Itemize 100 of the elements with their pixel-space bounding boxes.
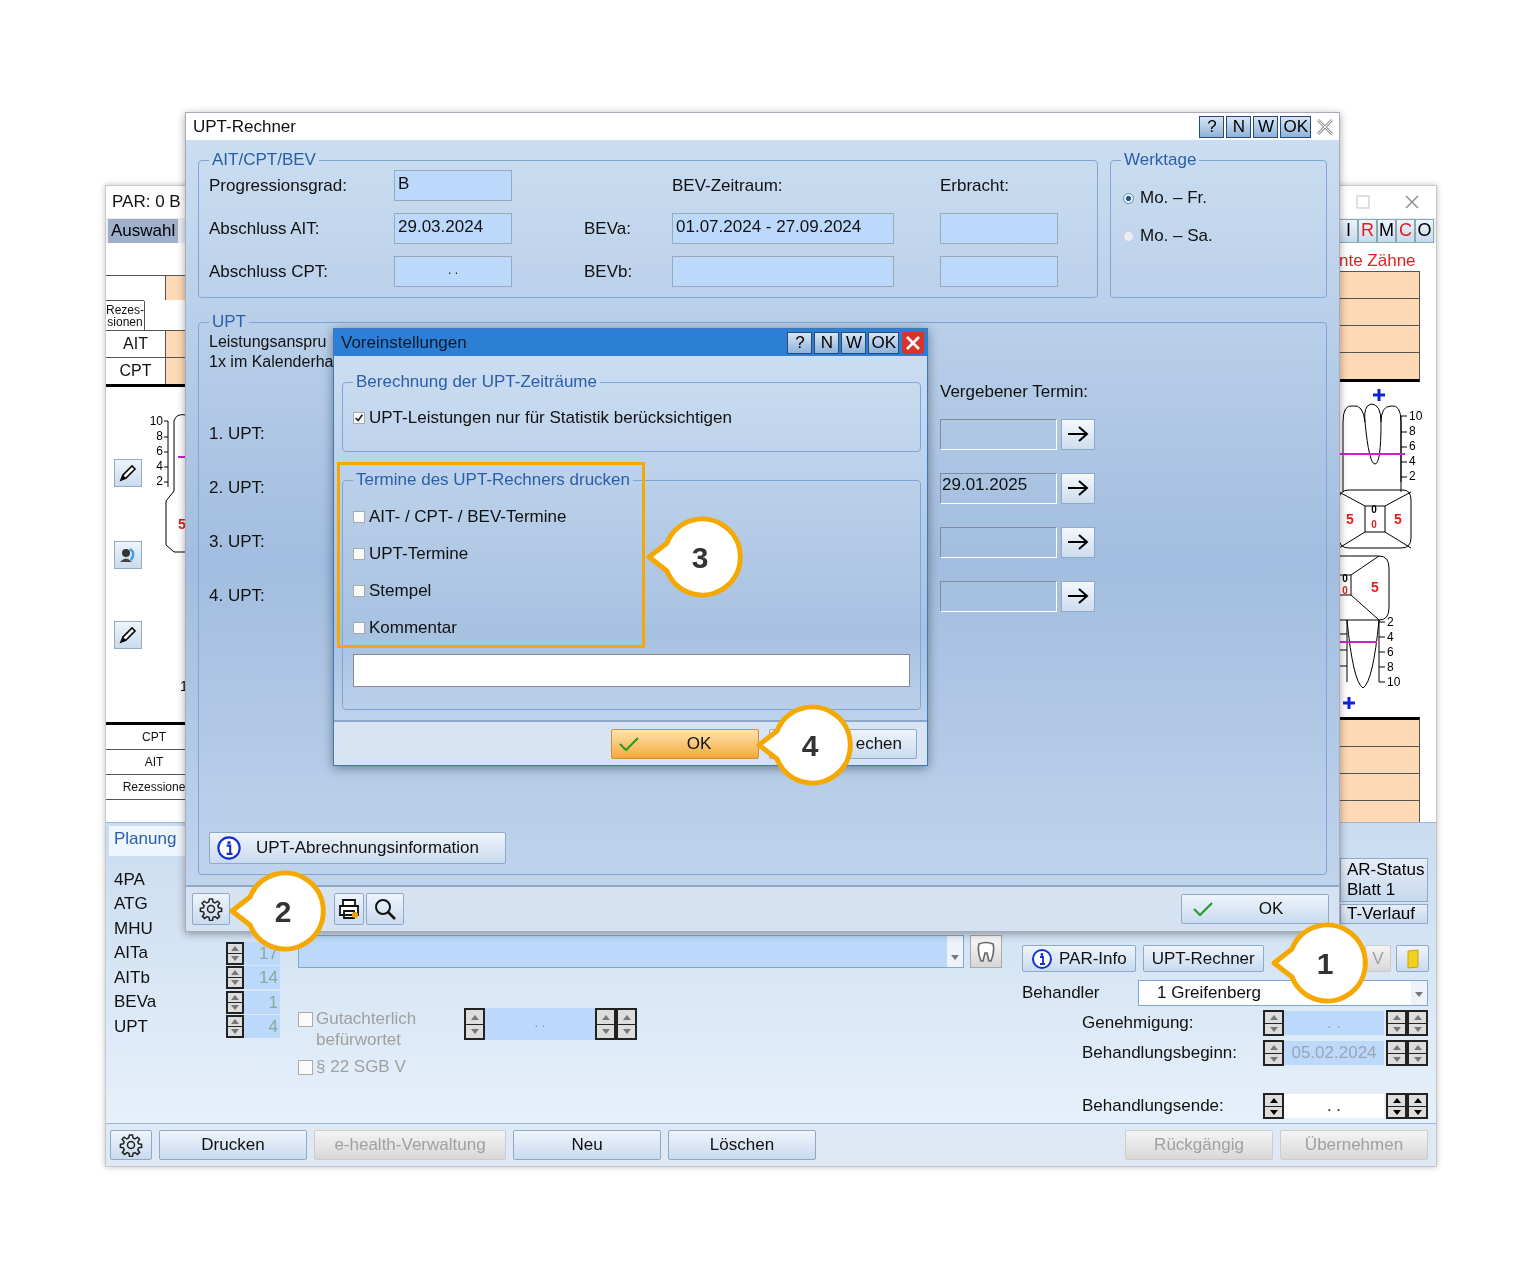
- scale-label: 8: [1387, 660, 1394, 675]
- spinner-button[interactable]: [1407, 1040, 1428, 1067]
- scale-label: 10: [149, 414, 163, 429]
- footer-button[interactable]: Drucken: [159, 1130, 307, 1161]
- close-icon[interactable]: [902, 331, 924, 354]
- footer-button[interactable]: Löschen: [668, 1130, 816, 1161]
- planning-label: 4PA: [114, 869, 145, 890]
- region-label: nte Zähne: [1339, 251, 1417, 272]
- spinner-button[interactable]: [226, 941, 244, 965]
- radio-option[interactable]: Mo. – Fr.: [1123, 188, 1316, 208]
- group-title: Werktage: [1123, 150, 1198, 170]
- planning-tab[interactable]: Planung: [109, 826, 185, 857]
- date-field[interactable]: [940, 580, 1057, 612]
- text-combo-field[interactable]: [298, 935, 964, 969]
- billing-info-button[interactable]: UPT-Abrechnungsinformation: [209, 832, 506, 864]
- pencil-icon[interactable]: [114, 621, 142, 650]
- dialog-title: Voreinstellungen: [341, 332, 467, 353]
- tooth-value: 0: [1342, 585, 1348, 597]
- title-button[interactable]: ?: [1199, 115, 1225, 138]
- ok-button[interactable]: OK: [611, 728, 759, 759]
- close-icon[interactable]: [1315, 116, 1335, 137]
- selection-tab[interactable]: Auswahl: [108, 218, 179, 243]
- tooth-value: 0: [1371, 519, 1377, 531]
- info-icon: [1031, 947, 1053, 970]
- input-field[interactable]: [940, 213, 1058, 244]
- spinner-button[interactable]: [1263, 1040, 1284, 1067]
- spinner-button[interactable]: [226, 966, 244, 990]
- search-icon[interactable]: [366, 893, 404, 925]
- arrow-right-icon[interactable]: [1061, 580, 1095, 612]
- scale-label: 8: [1409, 424, 1416, 439]
- tooth-value: 5: [178, 516, 186, 533]
- date-field[interactable]: 29.01.2025: [940, 472, 1057, 504]
- spinner-button[interactable]: [464, 1008, 485, 1041]
- spinner-button[interactable]: [226, 990, 244, 1014]
- title-button[interactable]: N: [1226, 115, 1252, 138]
- row-label: AIT: [143, 754, 165, 772]
- par-info-button[interactable]: PAR-Info: [1022, 945, 1136, 973]
- title-button[interactable]: N: [814, 331, 840, 354]
- checkbox-option[interactable]: UPT-Leistungen nur für Statistik berücksichtigen: [353, 408, 910, 428]
- view-button[interactable]: O: [1415, 218, 1434, 243]
- radio-option[interactable]: Mo. – Sa.: [1123, 226, 1316, 246]
- plus-icon[interactable]: [1341, 695, 1357, 711]
- input-field[interactable]: . .: [394, 256, 512, 287]
- spinner-button[interactable]: [1407, 1093, 1428, 1120]
- plus-icon[interactable]: [1371, 387, 1387, 403]
- settings-button[interactable]: [110, 1130, 152, 1161]
- arrow-right-icon[interactable]: [1061, 526, 1095, 558]
- input-field[interactable]: B: [394, 170, 512, 201]
- date-field[interactable]: . .: [1284, 1094, 1384, 1119]
- title-button[interactable]: OK: [868, 331, 899, 354]
- field-label: Behandler: [1022, 983, 1101, 1004]
- scale-label: 6: [1387, 645, 1394, 660]
- comment-field[interactable]: [353, 654, 910, 687]
- input-field[interactable]: 29.03.2024: [394, 213, 512, 244]
- input-field[interactable]: [672, 256, 894, 287]
- close-icon[interactable]: [1404, 193, 1420, 210]
- spinner-button[interactable]: [1407, 1010, 1428, 1037]
- side-button[interactable]: AR-Status Blatt 1: [1340, 858, 1428, 903]
- print-icon[interactable]: [334, 893, 364, 925]
- spinner-button[interactable]: [616, 1008, 637, 1041]
- input-field[interactable]: 01.07.2024 - 27.09.2024: [672, 213, 894, 244]
- calculator-button[interactable]: UPT-Rechner: [1142, 945, 1264, 973]
- settings-button[interactable]: [192, 893, 230, 925]
- dropdown-arrow-icon[interactable]: [1415, 992, 1423, 998]
- view-button[interactable]: C: [1396, 218, 1415, 243]
- date-field[interactable]: [940, 418, 1057, 450]
- table-cell: [166, 276, 186, 301]
- arrow-right-icon[interactable]: [1061, 472, 1095, 504]
- title-button[interactable]: ?: [787, 331, 813, 354]
- spinner-button[interactable]: [595, 1008, 616, 1041]
- arrow-right-icon[interactable]: [1061, 418, 1095, 450]
- title-button[interactable]: W: [841, 331, 867, 354]
- field-label: Behandlungsende:: [1082, 1096, 1225, 1117]
- dropdown-arrow-icon[interactable]: [951, 955, 959, 961]
- entitlement-text: Leistungsanspru: [209, 332, 327, 352]
- view-button[interactable]: M: [1377, 218, 1396, 243]
- footer-button[interactable]: Neu: [513, 1130, 661, 1161]
- dialog-title: UPT-Rechner: [193, 116, 296, 137]
- spinner-button[interactable]: [1386, 1010, 1407, 1037]
- upt-label: 2. UPT:: [209, 478, 265, 498]
- scale-label: 2: [1409, 469, 1416, 484]
- people-icon[interactable]: [114, 541, 142, 570]
- spinner-button[interactable]: [1386, 1093, 1407, 1120]
- planning-label: UPT: [114, 1016, 148, 1037]
- date-field[interactable]: [940, 526, 1057, 558]
- spinner-button[interactable]: [226, 1015, 244, 1039]
- tooth-icon[interactable]: [970, 935, 1002, 969]
- pencil-icon[interactable]: [114, 459, 142, 488]
- title-button[interactable]: OK: [1280, 115, 1311, 138]
- spinner-button[interactable]: [1263, 1010, 1284, 1037]
- spinner-button[interactable]: [1263, 1093, 1284, 1120]
- title-button[interactable]: W: [1253, 115, 1279, 138]
- spinner-button[interactable]: [1386, 1040, 1407, 1067]
- input-field[interactable]: [940, 256, 1058, 287]
- check-icon: [354, 413, 364, 423]
- ok-button[interactable]: OK: [1181, 894, 1329, 924]
- tooth-value: 5: [1346, 511, 1354, 528]
- view-button[interactable]: R: [1358, 218, 1377, 243]
- scale-label: 10: [1387, 675, 1401, 690]
- side-button[interactable]: T-Verlauf: [1340, 904, 1428, 925]
